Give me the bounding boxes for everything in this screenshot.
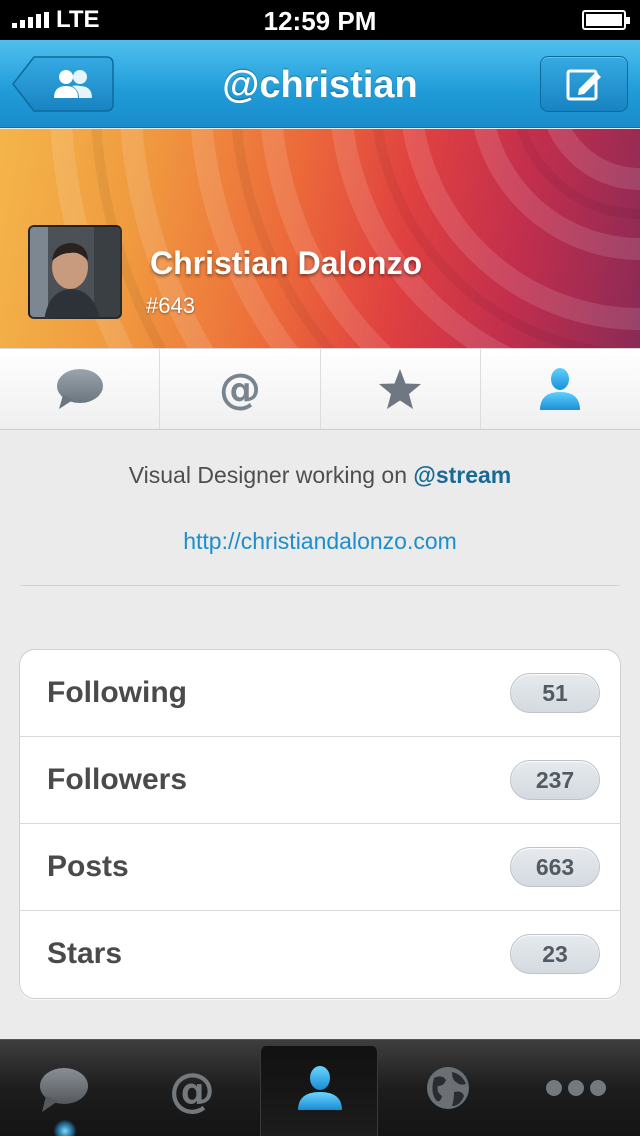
speech-bubble-icon [40, 1068, 88, 1112]
profile-segment-tabs: @ [0, 348, 640, 430]
compose-icon [566, 69, 601, 101]
count-badge: 237 [510, 760, 600, 800]
stats-row-posts[interactable]: Posts 663 [20, 824, 620, 911]
count-badge: 51 [510, 673, 600, 713]
stat-label: Following [47, 676, 187, 709]
navigation-bar: @christian [0, 40, 640, 128]
person-icon [540, 368, 581, 410]
stat-label: Followers [47, 763, 188, 796]
tab-more[interactable] [512, 1040, 640, 1136]
stat-label: Stars [47, 937, 123, 970]
tab-explore[interactable] [384, 1040, 512, 1136]
bottom-tab-bar: @ [0, 1039, 640, 1136]
profile-id: #643 [146, 293, 195, 318]
stats-row-stars[interactable]: Stars 23 [20, 911, 620, 998]
segment-stars[interactable] [321, 349, 481, 429]
at-sign-icon: @ [169, 1064, 215, 1116]
profile-banner: Christian Dalonzo #643 [0, 129, 640, 348]
compose-button[interactable] [540, 56, 628, 112]
tab-mentions[interactable]: @ [128, 1040, 256, 1136]
notification-glow-indicator [54, 1120, 76, 1136]
segment-mentions[interactable]: @ [160, 349, 321, 429]
svg-text:@: @ [169, 1064, 215, 1116]
globe-icon [427, 1067, 469, 1109]
stats-list: Following 51 Followers 237 Posts 663 Sta… [19, 649, 621, 999]
profile-bio: Visual Designer working on @stream [0, 462, 640, 489]
profile-name: Christian Dalonzo [150, 245, 423, 281]
bio-text: Visual Designer working on [128, 462, 414, 488]
more-dots-icon [546, 1080, 606, 1096]
status-time: 12:59 PM [263, 6, 377, 36]
at-sign-icon: @ [219, 365, 261, 413]
person-icon [298, 1066, 342, 1110]
segment-posts[interactable] [0, 349, 161, 429]
star-icon [379, 369, 422, 409]
battery-icon [582, 10, 630, 30]
count-badge: 23 [510, 934, 600, 974]
speech-bubble-icon [56, 369, 103, 409]
count-badge: 663 [510, 847, 600, 887]
tab-profile[interactable] [260, 1046, 378, 1136]
segment-profile[interactable] [481, 349, 640, 429]
stats-row-following[interactable]: Following 51 [20, 650, 620, 737]
divider [20, 585, 620, 586]
stats-row-followers[interactable]: Followers 237 [20, 737, 620, 824]
svg-text:@: @ [219, 365, 261, 413]
profile-website-link[interactable]: http://christiandalonzo.com [0, 528, 640, 555]
bio-mention-link[interactable]: @stream [413, 462, 511, 488]
avatar[interactable] [28, 225, 122, 319]
status-bar: LTE 12:59 PM [0, 0, 640, 40]
stat-label: Posts [47, 850, 129, 883]
